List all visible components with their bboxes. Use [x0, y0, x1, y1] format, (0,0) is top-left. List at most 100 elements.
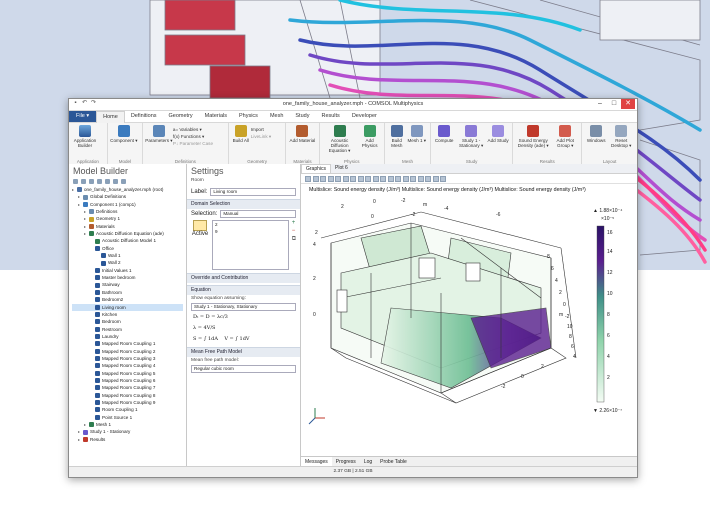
- menu-definitions[interactable]: Definitions: [125, 111, 163, 122]
- select-icon[interactable]: [350, 175, 356, 182]
- remove-icon[interactable]: −: [292, 228, 296, 234]
- tree-node[interactable]: Mapped Room Coupling 6: [72, 377, 183, 384]
- tree-node[interactable]: Point Source 1: [72, 414, 183, 421]
- menu-study[interactable]: Study: [289, 111, 315, 122]
- axis-icon[interactable]: [402, 175, 409, 182]
- scene-icon[interactable]: [417, 175, 424, 182]
- tree-node[interactable]: ▸ Acoustic Diffusion Equation (ade): [72, 230, 183, 237]
- tab-plot-6[interactable]: Plot 6: [331, 164, 352, 173]
- move-down-icon[interactable]: [97, 178, 102, 184]
- copy-icon[interactable]: ⧉: [292, 236, 296, 243]
- menu-geometry[interactable]: Geometry: [163, 111, 199, 122]
- active-toggle-icon[interactable]: [193, 220, 207, 231]
- tree-node[interactable]: Restroom: [72, 326, 183, 333]
- menu-results[interactable]: Results: [315, 111, 345, 122]
- functions-button[interactable]: f(x) Functions ▾: [173, 133, 213, 140]
- zoom-out-icon[interactable]: [312, 175, 319, 182]
- pan-icon[interactable]: [342, 175, 349, 182]
- tree-node[interactable]: Office: [72, 245, 183, 252]
- 3d-plot[interactable]: 2 0 -2 -4 -6 2 0 -2 4 2 0 8 6 4 2 0 -2 1…: [301, 198, 637, 430]
- study-dropdown[interactable]: Study 1 - Stationary, Stationary: [191, 303, 296, 311]
- selection-list[interactable]: 2 9: [212, 220, 289, 270]
- expand-arrow-icon[interactable]: ▸: [84, 230, 88, 237]
- zoom-box-icon[interactable]: [320, 175, 326, 182]
- livelink-button[interactable]: LiveLink ▾: [251, 133, 271, 140]
- expand-arrow-icon[interactable]: ▸: [84, 223, 88, 230]
- expand-icon[interactable]: [105, 178, 110, 184]
- menu-physics[interactable]: Physics: [233, 111, 264, 122]
- show-icon[interactable]: [121, 178, 126, 184]
- tree-node[interactable]: Mapped Room Coupling 9: [72, 399, 183, 406]
- tree-node[interactable]: ▸ one_family_house_analyzer.mph (root): [72, 186, 183, 193]
- tab-graphics[interactable]: Graphics: [301, 164, 332, 173]
- tree-node[interactable]: ▸ Global Definitions: [72, 193, 183, 200]
- tree-node[interactable]: ▸ Mesh 1: [72, 421, 183, 428]
- tree-node[interactable]: Initial Values 1: [72, 267, 183, 274]
- menu-home[interactable]: Home: [96, 110, 125, 123]
- camera-icon[interactable]: [425, 175, 431, 182]
- maximize-button[interactable]: □: [607, 99, 621, 109]
- label-field[interactable]: Living room: [210, 188, 296, 196]
- tree-node[interactable]: Room Coupling 1: [72, 406, 183, 413]
- expand-arrow-icon[interactable]: ▸: [78, 428, 82, 435]
- expand-arrow-icon[interactable]: ▸: [84, 215, 88, 222]
- tree-node[interactable]: Bedroom2: [72, 296, 183, 303]
- lights-icon[interactable]: [387, 175, 394, 182]
- menu-developer[interactable]: Developer: [346, 111, 383, 122]
- tree-node[interactable]: ▸ Component 1 (comp1): [72, 201, 183, 208]
- forward-icon[interactable]: [81, 178, 86, 184]
- tree-node[interactable]: Wall 2: [72, 259, 183, 266]
- close-button[interactable]: ✕: [621, 99, 635, 109]
- views-icon[interactable]: [357, 175, 364, 182]
- tree-node[interactable]: Mapped Room Coupling 7: [72, 384, 183, 391]
- mean-free-path-dropdown[interactable]: Regular cubic room: [191, 365, 296, 373]
- menu-mesh[interactable]: Mesh: [264, 111, 289, 122]
- menu-materials[interactable]: Materials: [199, 111, 233, 122]
- import-button[interactable]: Import: [251, 126, 271, 133]
- tree-node[interactable]: Living room: [72, 303, 183, 311]
- transparency-icon[interactable]: [380, 175, 386, 182]
- tree-node[interactable]: Mapped Room Coupling 2: [72, 348, 183, 355]
- minimize-button[interactable]: –: [593, 99, 607, 109]
- expand-arrow-icon[interactable]: ▸: [84, 208, 88, 215]
- equation-section[interactable]: Equation: [187, 285, 300, 295]
- move-up-icon[interactable]: [89, 178, 94, 184]
- expand-arrow-icon[interactable]: ▸: [72, 186, 76, 193]
- tree-node[interactable]: Mapped Room Coupling 4: [72, 362, 183, 369]
- variables-button[interactable]: a= Variables ▾: [173, 126, 213, 133]
- print-icon[interactable]: [432, 175, 439, 182]
- add-icon[interactable]: +: [292, 220, 296, 226]
- tree-node[interactable]: Mapped Room Coupling 5: [72, 370, 183, 377]
- expand-arrow-icon[interactable]: ▸: [78, 201, 82, 208]
- override-section[interactable]: Override and Contribution: [187, 273, 300, 283]
- back-icon[interactable]: [73, 178, 78, 184]
- tree-node[interactable]: ▸ Results: [72, 436, 183, 443]
- tree-node[interactable]: ▸ Materials: [72, 223, 183, 230]
- expand-arrow-icon[interactable]: ▸: [78, 436, 82, 443]
- selection-dropdown[interactable]: Manual: [220, 210, 296, 218]
- collapse-icon[interactable]: [113, 178, 118, 184]
- rotate-icon[interactable]: [335, 175, 341, 182]
- selection-item[interactable]: 2: [213, 221, 288, 228]
- domain-selection-section[interactable]: Domain Selection: [187, 199, 300, 209]
- export-icon[interactable]: [440, 175, 446, 182]
- zoom-extents-icon[interactable]: [327, 175, 334, 182]
- tree-node[interactable]: Mapped Room Coupling 8: [72, 392, 183, 399]
- render-icon[interactable]: [395, 175, 401, 182]
- tree-node[interactable]: Wall 1: [72, 252, 183, 259]
- tree-node[interactable]: Laundry: [72, 333, 183, 340]
- tree-node[interactable]: ▸ Study 1 - Stationary: [72, 428, 183, 435]
- perspective-icon[interactable]: [365, 175, 371, 182]
- expand-arrow-icon[interactable]: ▸: [84, 421, 88, 428]
- selection-item[interactable]: 9: [213, 228, 288, 235]
- parameter-case-button[interactable]: P↓ Parameter Case: [173, 140, 213, 147]
- tree-node[interactable]: Bedroom: [72, 318, 183, 325]
- tree-node[interactable]: Kitchen: [72, 311, 183, 318]
- tree-node[interactable]: Bathroom: [72, 289, 183, 296]
- expand-arrow-icon[interactable]: ▸: [78, 193, 82, 200]
- tree-node[interactable]: Mapped Room Coupling 3: [72, 355, 183, 362]
- mean-free-path-section[interactable]: Mean Free Path Model: [187, 347, 300, 357]
- tree-node[interactable]: ▸ Geometry 1: [72, 215, 183, 222]
- tree-node[interactable]: Master bedroom: [72, 274, 183, 281]
- wireframe-icon[interactable]: [372, 175, 379, 182]
